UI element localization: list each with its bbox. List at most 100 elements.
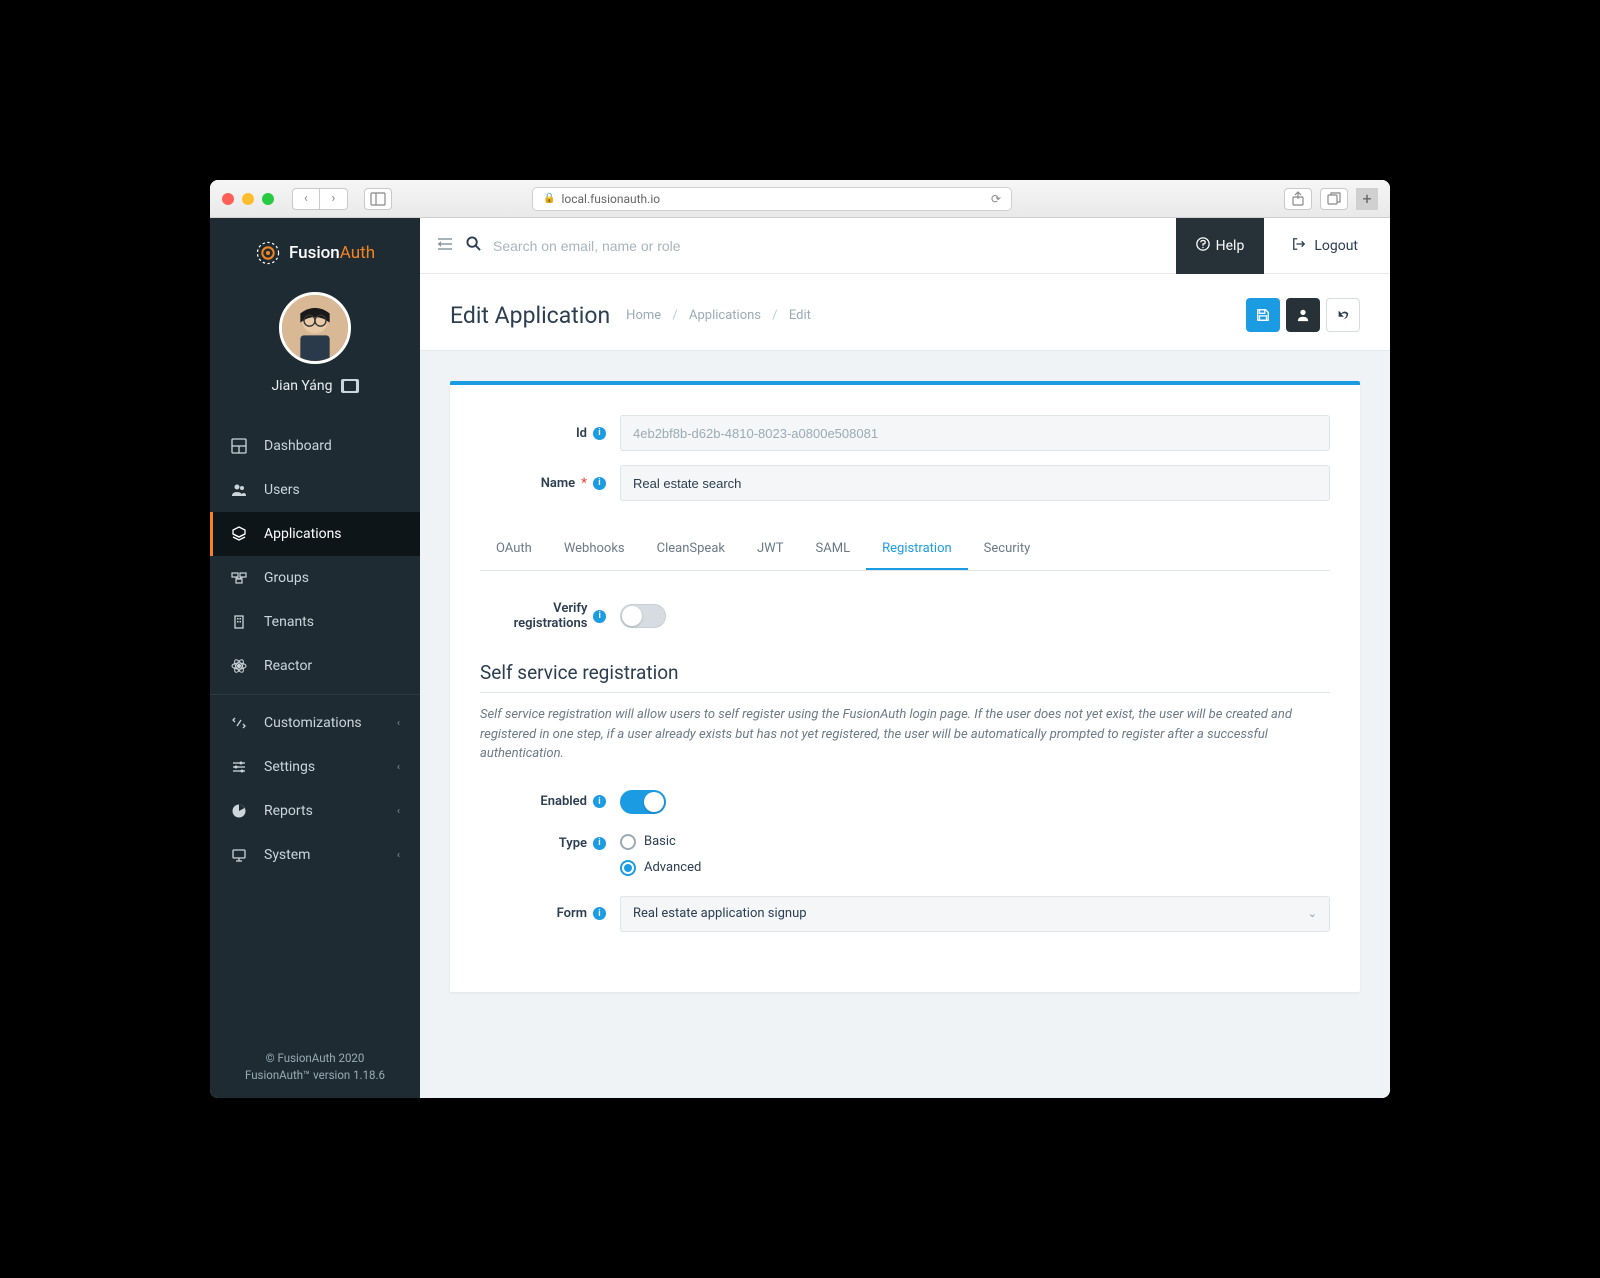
form-row-name: Name* i: [480, 465, 1330, 501]
chevron-left-icon: ‹: [397, 806, 400, 817]
sidebar-item-label: Users: [264, 482, 300, 498]
settings-icon: [230, 758, 248, 776]
form-select[interactable]: Real estate application signup ⌄: [620, 896, 1330, 932]
sidebar-nav: Dashboard Users Applications Groups Tena…: [210, 414, 420, 1036]
tab-registration[interactable]: Registration: [866, 529, 968, 570]
name-input[interactable]: [620, 465, 1330, 501]
info-icon[interactable]: i: [593, 610, 606, 623]
sidebar-item-label: Dashboard: [264, 438, 332, 454]
form-row-id: Id i: [480, 415, 1330, 451]
radio-advanced[interactable]: Advanced: [620, 860, 701, 876]
version-text: FusionAuth™ version 1.18.6: [210, 1067, 420, 1084]
section-title: Self service registration: [480, 661, 1330, 693]
copyright-text: © FusionAuth 2020: [210, 1050, 420, 1067]
url-bar[interactable]: 🔒 local.fusionauth.io ⟳: [532, 187, 1012, 211]
verify-registrations-toggle[interactable]: [620, 604, 666, 628]
manage-users-button[interactable]: [1286, 298, 1320, 332]
sidebar-item-label: Settings: [264, 759, 315, 775]
app-shell: FusionAuth Jian Yáng Dashboard: [210, 218, 1390, 1098]
radio-basic[interactable]: Basic: [620, 834, 701, 850]
sidebar-item-system[interactable]: System ‹: [210, 833, 420, 877]
menu-toggle-icon[interactable]: [438, 238, 452, 254]
radio-icon: [620, 860, 636, 876]
sidebar-item-label: System: [264, 847, 310, 863]
breadcrumb: Home / Applications / Edit: [626, 308, 811, 323]
chevron-left-icon: ‹: [397, 718, 400, 729]
search-wrap: [466, 236, 1162, 255]
users-icon: [230, 481, 248, 499]
sidebar-item-dashboard[interactable]: Dashboard: [210, 424, 420, 468]
help-icon: [1196, 237, 1210, 255]
tab-cleanspeak[interactable]: CleanSpeak: [641, 529, 741, 570]
tabs: OAuth Webhooks CleanSpeak JWT SAML Regis…: [480, 529, 1330, 571]
breadcrumb-item: Edit: [789, 308, 811, 323]
page-header: Edit Application Home / Applications / E…: [420, 274, 1390, 351]
browser-back-button[interactable]: ‹: [292, 188, 320, 210]
logout-icon: [1292, 237, 1306, 255]
browser-forward-button[interactable]: ›: [320, 188, 348, 210]
info-icon[interactable]: i: [593, 907, 606, 920]
tab-saml[interactable]: SAML: [800, 529, 867, 570]
breadcrumb-item[interactable]: Applications: [689, 308, 761, 323]
verify-registrations-section: Verify registrations i: [480, 601, 1330, 631]
logo-text: FusionAuth: [289, 243, 375, 263]
enabled-label: Enabled: [540, 794, 587, 809]
avatar[interactable]: [279, 292, 351, 364]
new-tab-button[interactable]: +: [1356, 188, 1378, 210]
lock-icon: 🔒: [543, 193, 555, 204]
logo-icon: [255, 240, 281, 266]
browser-window: ‹ › 🔒 local.fusionauth.io ⟳ +: [210, 180, 1390, 1098]
sidebar-item-reactor[interactable]: Reactor: [210, 644, 420, 688]
groups-icon: [230, 569, 248, 587]
save-button[interactable]: [1246, 298, 1280, 332]
maximize-window-icon[interactable]: [262, 193, 274, 205]
sidebar-item-settings[interactable]: Settings ‹: [210, 745, 420, 789]
sidebar-item-customizations[interactable]: Customizations ‹: [210, 701, 420, 745]
breadcrumb-item[interactable]: Home: [626, 308, 661, 323]
sidebar-item-applications[interactable]: Applications: [210, 512, 420, 556]
search-icon: [466, 236, 481, 255]
search-input[interactable]: [493, 238, 1162, 254]
tab-jwt[interactable]: JWT: [741, 529, 800, 570]
sidebar-item-groups[interactable]: Groups: [210, 556, 420, 600]
traffic-lights: [222, 193, 274, 205]
reports-icon: [230, 802, 248, 820]
sidebar-item-label: Reactor: [264, 658, 312, 674]
share-button[interactable]: [1284, 188, 1312, 210]
help-button[interactable]: Help: [1176, 218, 1265, 274]
sidebar-item-reports[interactable]: Reports ‹: [210, 789, 420, 833]
sidebar-item-label: Tenants: [264, 614, 314, 630]
main-content: Help Logout Edit Application Home / Appl…: [420, 218, 1390, 1098]
chevron-left-icon: ‹: [397, 850, 400, 861]
tab-oauth[interactable]: OAuth: [480, 529, 548, 570]
browser-sidebar-toggle[interactable]: [364, 188, 392, 210]
chevron-down-icon: ⌄: [1308, 907, 1317, 920]
edit-panel: Id i Name* i OAuth Webho: [450, 381, 1360, 992]
info-icon[interactable]: i: [593, 837, 606, 850]
tabs-button[interactable]: [1320, 188, 1348, 210]
dashboard-icon: [230, 437, 248, 455]
info-icon[interactable]: i: [593, 795, 606, 808]
sidebar-item-tenants[interactable]: Tenants: [210, 600, 420, 644]
tab-webhooks[interactable]: Webhooks: [548, 529, 641, 570]
header-actions: [1246, 298, 1360, 332]
logout-button[interactable]: Logout: [1278, 237, 1372, 255]
type-radio-group: Basic Advanced: [620, 834, 701, 876]
tab-security[interactable]: Security: [968, 529, 1047, 570]
applications-icon: [230, 525, 248, 543]
id-badge-icon[interactable]: [341, 379, 359, 393]
refresh-icon[interactable]: ⟳: [991, 192, 1001, 206]
id-input: [620, 415, 1330, 451]
form-label: Form: [557, 906, 587, 921]
enabled-toggle[interactable]: [620, 790, 666, 814]
minimize-window-icon[interactable]: [242, 193, 254, 205]
info-icon[interactable]: i: [593, 477, 606, 490]
info-icon[interactable]: i: [593, 427, 606, 440]
sidebar-item-label: Applications: [264, 526, 342, 542]
type-label: Type: [559, 836, 587, 851]
self-service-section: Self service registration Self service r…: [480, 661, 1330, 932]
back-button[interactable]: [1326, 298, 1360, 332]
sidebar-item-users[interactable]: Users: [210, 468, 420, 512]
browser-nav-buttons: ‹ ›: [292, 188, 348, 210]
close-window-icon[interactable]: [222, 193, 234, 205]
